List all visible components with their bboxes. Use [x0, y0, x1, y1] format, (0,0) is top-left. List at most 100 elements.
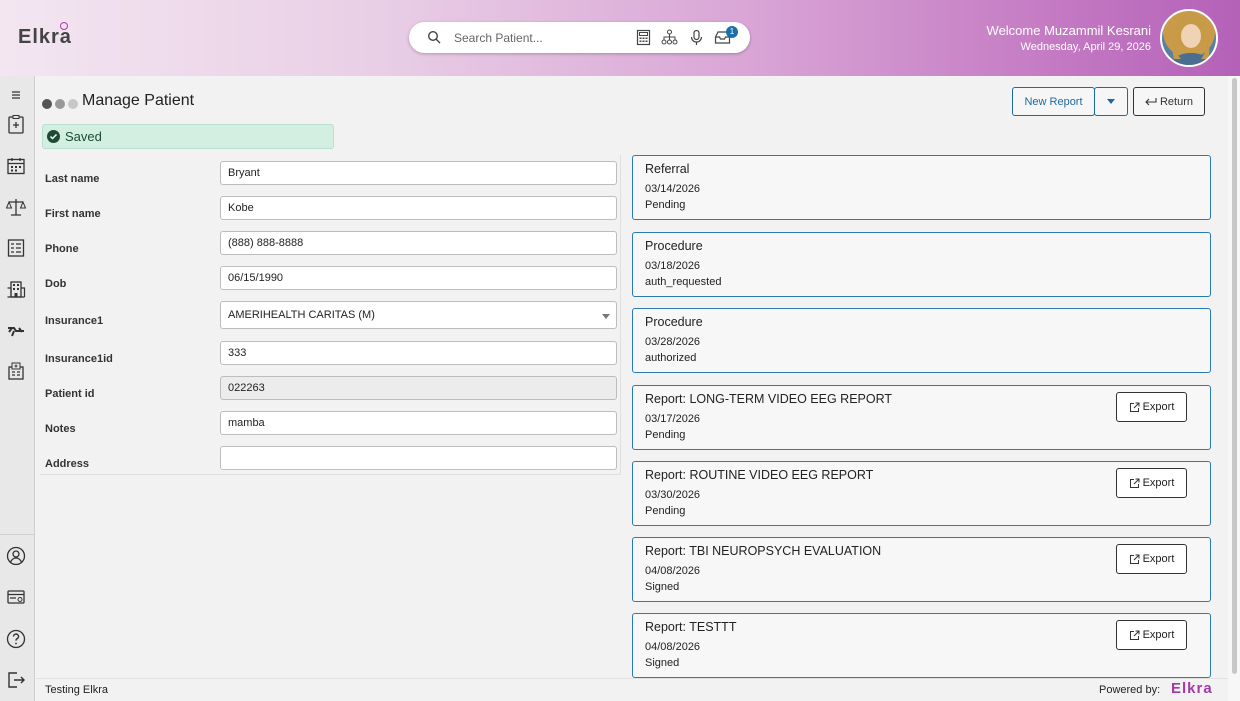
- record-title: Procedure: [645, 239, 703, 253]
- microphone-icon[interactable]: [688, 29, 705, 46]
- record-date: 03/14/2026: [645, 183, 701, 195]
- search-bar[interactable]: Search Patient...: [409, 22, 750, 53]
- help-icon[interactable]: [6, 629, 26, 649]
- record-status: Pending: [645, 505, 686, 517]
- page-scrollbar[interactable]: [1228, 76, 1240, 701]
- field-label: Insurance1: [45, 315, 104, 327]
- checklist-icon[interactable]: [6, 238, 26, 258]
- record-date: 03/30/2026: [645, 489, 701, 501]
- billing-icon[interactable]: [6, 587, 26, 607]
- insurance1-selected-value: AMERIHEALTH CARITAS (M): [228, 309, 375, 321]
- org-chart-icon[interactable]: [661, 29, 678, 46]
- export-button[interactable]: Export: [1116, 620, 1187, 650]
- address-input[interactable]: [220, 446, 617, 470]
- first-name-input[interactable]: Kobe: [220, 196, 617, 220]
- chevron-down-icon: [602, 314, 610, 319]
- chevron-down-icon: [1107, 99, 1115, 104]
- external-link-icon: [1129, 402, 1140, 412]
- pills-icon[interactable]: [6, 320, 26, 340]
- record-date: 04/08/2026: [645, 641, 701, 653]
- record-card-report[interactable]: Report: ROUTINE VIDEO EEG REPORT 03/30/2…: [632, 461, 1211, 526]
- new-report-dropdown-button[interactable]: [1094, 87, 1128, 116]
- record-card-report[interactable]: Report: LONG-TERM VIDEO EEG REPORT 03/17…: [632, 385, 1211, 450]
- calculator-icon[interactable]: [635, 29, 652, 46]
- record-title: Report: TBI NEUROPSYCH EVALUATION: [645, 544, 882, 558]
- dot-icon: [68, 99, 78, 109]
- record-card-referral[interactable]: Referral 03/14/2026 Pending: [632, 155, 1211, 220]
- record-card-procedure[interactable]: Procedure 03/28/2026 authorized: [632, 308, 1211, 373]
- welcome-text: Welcome Muzammil Kesrani: [986, 23, 1151, 38]
- dob-input[interactable]: 06/15/1990: [220, 266, 617, 290]
- external-link-icon: [1129, 478, 1140, 488]
- external-link-icon: [1129, 554, 1140, 564]
- logo[interactable]: Elkra: [18, 22, 72, 49]
- field-label: First name: [45, 208, 101, 220]
- avatar[interactable]: [1160, 9, 1218, 67]
- record-status: Pending: [645, 199, 686, 211]
- current-date: Wednesday, April 29, 2026: [1020, 41, 1151, 53]
- field-label: Phone: [45, 243, 79, 255]
- record-status: auth_requested: [645, 276, 722, 288]
- insurance1id-input[interactable]: 333: [220, 341, 617, 365]
- last-name-input[interactable]: Bryant: [220, 161, 617, 185]
- page-title: Manage Patient: [82, 92, 195, 109]
- powered-by-label: Powered by:: [1099, 684, 1161, 696]
- building-icon[interactable]: [6, 279, 26, 299]
- search-input[interactable]: Search Patient...: [454, 31, 543, 45]
- notification-badge[interactable]: 1: [726, 26, 738, 38]
- window-dots: [42, 96, 81, 114]
- record-title: Procedure: [645, 315, 703, 329]
- footer-environment-label: Testing Elkra: [45, 684, 108, 696]
- check-circle-icon: [47, 130, 60, 143]
- app-header: Elkra Search Patient... 1 Welcome Muzamm…: [0, 0, 1240, 76]
- record-card-report[interactable]: Report: TBI NEUROPSYCH EVALUATION 04/08/…: [632, 537, 1211, 602]
- record-title: Report: TESTTT: [645, 620, 737, 634]
- field-label: Insurance1id: [45, 353, 113, 365]
- field-label: Last name: [45, 173, 100, 185]
- saved-banner: Saved: [42, 124, 334, 149]
- phone-input[interactable]: (888) 888-8888: [220, 231, 617, 255]
- return-button[interactable]: Return: [1133, 87, 1205, 116]
- calendar-icon[interactable]: [6, 156, 26, 176]
- dot-icon: [55, 99, 65, 109]
- record-card-procedure[interactable]: Procedure 03/18/2026 auth_requested: [632, 232, 1211, 297]
- export-button[interactable]: Export: [1116, 392, 1187, 422]
- record-status: Pending: [645, 429, 686, 441]
- logo-mark-icon: [60, 22, 68, 30]
- footer-brand-logo[interactable]: Elkra: [1171, 680, 1213, 697]
- notes-input[interactable]: mamba: [220, 411, 617, 435]
- insurance1-select[interactable]: AMERIHEALTH CARITAS (M): [220, 301, 617, 329]
- record-title: Report: LONG-TERM VIDEO EEG REPORT: [645, 392, 893, 406]
- user-icon[interactable]: [6, 546, 26, 566]
- welcome-block: Welcome Muzammil Kesrani Wednesday, Apri…: [987, 23, 1151, 53]
- record-title: Referral: [645, 162, 690, 176]
- patient-id-field: 022263: [220, 376, 617, 400]
- export-button[interactable]: Export: [1116, 544, 1187, 574]
- hospital-icon[interactable]: [6, 361, 26, 381]
- menu-icon[interactable]: [6, 85, 26, 105]
- avatar-photo-icon: [1170, 13, 1212, 65]
- scale-icon[interactable]: [6, 197, 26, 217]
- record-date: 04/08/2026: [645, 565, 701, 577]
- return-arrow-icon: [1145, 97, 1157, 105]
- clipboard-icon[interactable]: [6, 114, 26, 134]
- scrollbar-thumb[interactable]: [1232, 78, 1237, 674]
- new-report-button[interactable]: New Report: [1012, 87, 1095, 116]
- sidebar-divider: [0, 534, 35, 535]
- export-button[interactable]: Export: [1116, 468, 1187, 498]
- footer: Testing Elkra Powered by: Elkra: [36, 678, 1228, 701]
- patient-form: Last name Bryant First name Kobe Phone (…: [40, 155, 621, 475]
- field-label: Patient id: [45, 388, 95, 400]
- record-card-report[interactable]: Report: TESTTT 04/08/2026 Signed Export: [632, 613, 1211, 678]
- record-title: Report: ROUTINE VIDEO EEG REPORT: [645, 468, 874, 482]
- search-icon: [427, 30, 441, 44]
- logout-icon[interactable]: [6, 670, 26, 690]
- saved-message: Saved: [65, 129, 102, 144]
- field-label: Notes: [45, 423, 76, 435]
- record-date: 03/18/2026: [645, 260, 701, 272]
- record-date: 03/28/2026: [645, 336, 701, 348]
- record-status: Signed: [645, 657, 680, 669]
- record-status: authorized: [645, 352, 697, 364]
- field-label: Address: [45, 458, 90, 470]
- sidebar: [0, 76, 35, 701]
